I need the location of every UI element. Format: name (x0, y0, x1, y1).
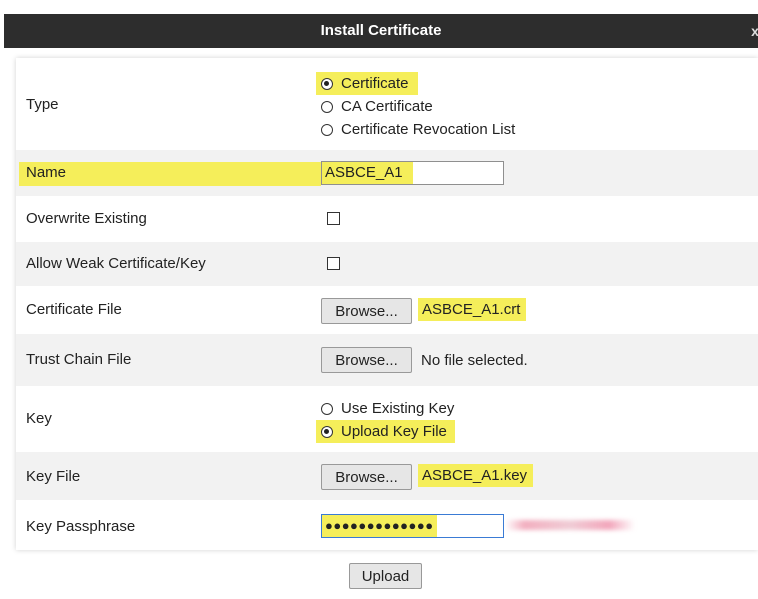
radio-selected-icon[interactable] (321, 77, 333, 90)
trust-chain-file-row: Trust Chain File Browse... No file selec… (16, 334, 758, 386)
overwrite-existing-row: Overwrite Existing (16, 196, 758, 242)
trust-chain-file-label: Trust Chain File (26, 351, 132, 368)
type-option-revocation-list[interactable]: Certificate Revocation List (321, 118, 515, 141)
allow-weak-label: Allow Weak Certificate/Key (26, 255, 206, 272)
name-row: Name ASBCE_A1 (16, 150, 758, 196)
key-file-name: ASBCE_A1.key (418, 464, 534, 487)
key-passphrase-label: Key Passphrase (26, 518, 136, 535)
key-file-browse-button[interactable]: Browse... (321, 464, 412, 490)
type-option-label: Certificate (341, 75, 409, 92)
install-certificate-form: Type Certificate CA Certificate Certific… (16, 58, 758, 550)
key-label: Key (26, 410, 52, 427)
allow-weak-row: Allow Weak Certificate/Key (16, 242, 758, 286)
type-option-ca-certificate[interactable]: CA Certificate (321, 95, 515, 118)
key-row: Key Use Existing Key Upload Key File (16, 386, 758, 452)
key-option-label: Use Existing Key (341, 400, 455, 417)
overwrite-existing-label: Overwrite Existing (26, 210, 147, 227)
certificate-file-row: Certificate File Browse... ASBCE_A1.crt (16, 286, 758, 334)
trust-chain-file-browse-button[interactable]: Browse... (321, 347, 412, 373)
type-option-label: Certificate Revocation List (341, 121, 516, 138)
redacted-text (505, 520, 635, 530)
dialog-title: Install Certificate (320, 22, 442, 39)
close-icon[interactable]: x (750, 14, 758, 48)
type-label: Type (26, 96, 59, 113)
name-input[interactable]: ASBCE_A1 (321, 161, 504, 185)
certificate-file-name: ASBCE_A1.crt (418, 298, 527, 321)
key-passphrase-input[interactable]: ●●●●●●●●●●●●● (321, 514, 504, 538)
key-option-upload-file[interactable]: Upload Key File (316, 420, 455, 443)
certificate-file-browse-button[interactable]: Browse... (321, 298, 412, 324)
type-row: Type Certificate CA Certificate Certific… (16, 58, 758, 150)
radio-unselected-icon[interactable] (321, 402, 333, 415)
key-option-label: Upload Key File (341, 423, 447, 440)
type-radio-group: Certificate CA Certificate Certificate R… (316, 72, 515, 141)
dialog-titlebar: Install Certificate x (4, 14, 758, 48)
certificate-file-label: Certificate File (26, 301, 122, 318)
key-radio-group: Use Existing Key Upload Key File (316, 397, 455, 443)
key-option-use-existing[interactable]: Use Existing Key (321, 397, 455, 420)
type-option-certificate[interactable]: Certificate (316, 72, 418, 95)
key-file-label: Key File (26, 468, 81, 485)
radio-unselected-icon[interactable] (321, 123, 333, 136)
overwrite-existing-checkbox[interactable] (327, 212, 340, 225)
radio-unselected-icon[interactable] (321, 100, 333, 113)
radio-selected-icon[interactable] (321, 425, 333, 438)
trust-chain-file-name: No file selected. (421, 352, 528, 369)
type-option-label: CA Certificate (341, 98, 433, 115)
key-passphrase-masked-value: ●●●●●●●●●●●●● (322, 515, 437, 537)
allow-weak-checkbox[interactable] (327, 257, 340, 270)
name-label: Name (26, 164, 67, 181)
name-input-value: ASBCE_A1 (322, 162, 413, 184)
key-file-row: Key File Browse... ASBCE_A1.key (16, 452, 758, 500)
key-passphrase-row: Key Passphrase ●●●●●●●●●●●●● (16, 500, 758, 550)
upload-button[interactable]: Upload (349, 563, 422, 589)
